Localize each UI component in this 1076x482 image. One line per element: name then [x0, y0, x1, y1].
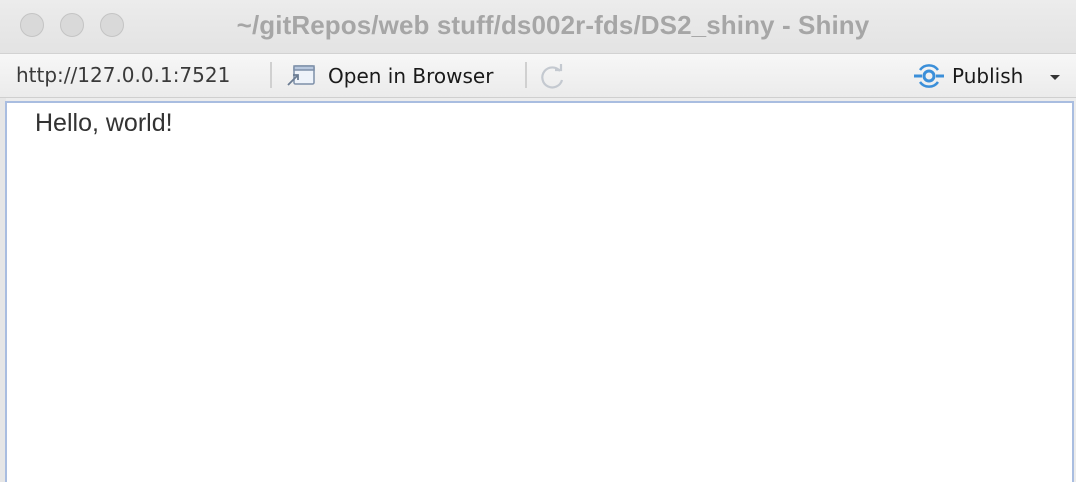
shiny-viewer-window: ~/gitRepos/web stuff/ds002r-fds/DS2_shin… [0, 0, 1076, 482]
open-in-browser-button[interactable]: Open in Browser [286, 60, 493, 92]
url-label: http://127.0.0.1:7521 [16, 63, 231, 87]
open-in-browser-icon [286, 63, 318, 89]
app-output-text: Hello, world! [35, 109, 173, 137]
toolbar-separator [525, 62, 527, 88]
window-title: ~/gitRepos/web stuff/ds002r-fds/DS2_shin… [236, 10, 870, 40]
title-bar[interactable]: ~/gitRepos/web stuff/ds002r-fds/DS2_shin… [0, 0, 1076, 54]
toolbar-separator [270, 62, 272, 88]
publish-icon [912, 64, 946, 88]
refresh-button[interactable] [538, 62, 568, 92]
app-viewport[interactable]: Hello, world! [5, 101, 1074, 482]
publish-button[interactable]: Publish [912, 60, 1023, 92]
publish-label: Publish [952, 64, 1024, 88]
viewer-toolbar: http://127.0.0.1:7521 Open in Browser Pu… [0, 54, 1076, 98]
open-in-browser-label: Open in Browser [328, 64, 494, 88]
publish-dropdown-button[interactable] [1046, 66, 1064, 86]
refresh-icon [538, 64, 568, 96]
chevron-down-icon [1046, 73, 1064, 90]
